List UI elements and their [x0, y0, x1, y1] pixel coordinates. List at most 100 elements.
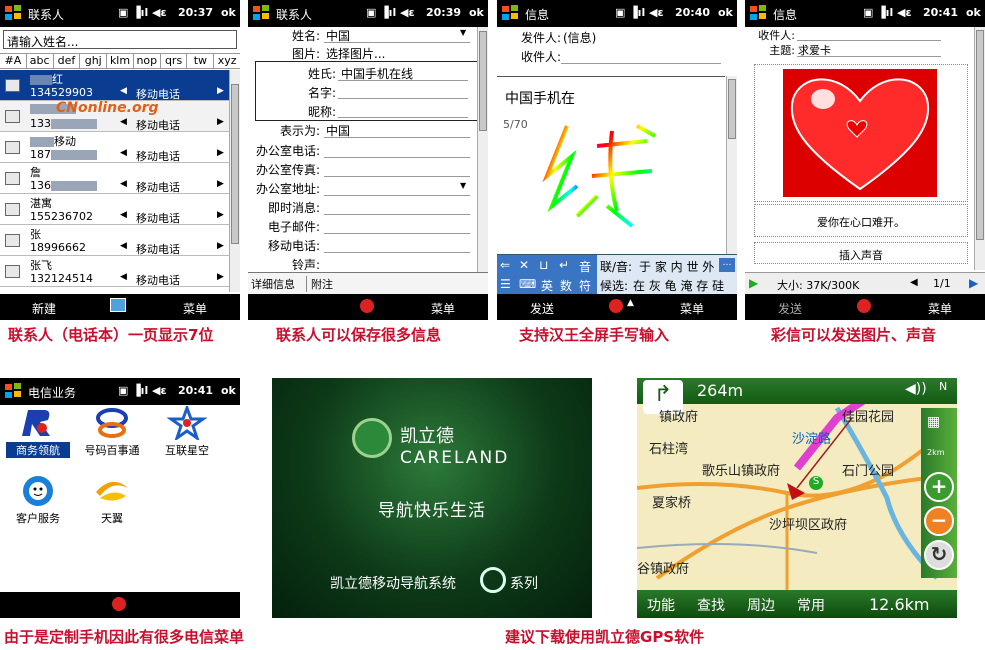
- menu-item-business-nav[interactable]: 商务领航: [6, 442, 70, 458]
- prev-arrow-icon[interactable]: ◀: [120, 117, 127, 127]
- key-keyboard-icon[interactable]: ⌨: [519, 277, 536, 291]
- scroll-thumb[interactable]: [728, 79, 736, 139]
- menu-function[interactable]: 功能: [647, 595, 675, 615]
- prev-page-icon[interactable]: ◀: [910, 277, 918, 288]
- key-list-icon[interactable]: ☰: [500, 277, 511, 291]
- key-sound[interactable]: 音: [579, 258, 591, 275]
- ok-button[interactable]: ok: [221, 6, 236, 19]
- prev-arrow-icon[interactable]: ◀: [120, 148, 127, 158]
- handwriting-area[interactable]: [537, 116, 677, 236]
- windows-start-icon[interactable]: [252, 4, 270, 22]
- rotate-button[interactable]: ↻: [924, 540, 954, 570]
- zoom-out-button[interactable]: −: [924, 506, 954, 536]
- layer-icon[interactable]: ▦: [927, 414, 940, 430]
- next-page-icon[interactable]: ▶: [969, 276, 978, 290]
- number-service-icon[interactable]: [92, 406, 132, 440]
- picture-field[interactable]: 选择图片...: [326, 45, 385, 62]
- alpha-tab[interactable]: klm: [107, 54, 134, 68]
- list-item[interactable]: 红 134529903 ◀ 移动电话 ▶: [0, 70, 229, 101]
- next-arrow-icon[interactable]: ▶: [217, 86, 224, 96]
- key-english[interactable]: 英: [541, 277, 553, 294]
- zoom-in-button[interactable]: +: [924, 472, 954, 502]
- alpha-tab[interactable]: xyz: [214, 54, 240, 68]
- list-item[interactable]: 湛寓 155236702 ◀ 移动电话 ▶: [0, 194, 229, 225]
- menu-item-customer-service[interactable]: 客户服务: [0, 510, 78, 526]
- alpha-tab[interactable]: def: [54, 54, 81, 68]
- alpha-tab[interactable]: #A: [0, 54, 27, 68]
- ok-button[interactable]: ok: [718, 6, 733, 19]
- menu-button[interactable]: 菜单: [183, 300, 207, 317]
- prev-arrow-icon[interactable]: ◀: [120, 210, 127, 220]
- business-nav-icon[interactable]: [18, 406, 58, 440]
- list-item[interactable]: 詹 136 ◀ 移动电话 ▶: [0, 163, 229, 194]
- chevron-up-icon[interactable]: ▲: [627, 298, 634, 308]
- ok-button[interactable]: ok: [221, 384, 236, 397]
- key-close-icon[interactable]: ✕: [519, 258, 529, 272]
- candidate-row[interactable]: 在 灰 龟 淹 存 硅: [633, 277, 724, 294]
- prev-arrow-icon[interactable]: ◀: [120, 241, 127, 251]
- scroll-thumb[interactable]: [479, 31, 487, 131]
- key-number[interactable]: 数: [560, 277, 572, 294]
- candidate-row[interactable]: 于 家 内 世 外: [639, 258, 714, 275]
- send-button[interactable]: 发送: [778, 300, 802, 317]
- alpha-tab[interactable]: qrs: [161, 54, 188, 68]
- windows-start-icon[interactable]: [749, 4, 767, 22]
- scrollbar[interactable]: [726, 76, 737, 254]
- windows-start-icon[interactable]: [4, 4, 22, 22]
- menu-nearby[interactable]: 周边: [747, 595, 775, 615]
- handwriting-icon[interactable]: [360, 299, 374, 313]
- image-frame[interactable]: [754, 64, 968, 202]
- message-body[interactable]: 中国手机在: [505, 88, 575, 108]
- windows-start-icon[interactable]: [4, 382, 22, 400]
- list-item[interactable]: 张飞 132124514 ◀ 移动电话 ▶: [0, 256, 229, 287]
- menu-button[interactable]: 菜单: [928, 300, 952, 317]
- alpha-tab[interactable]: abc: [27, 54, 54, 68]
- alpha-tab[interactable]: nop: [134, 54, 161, 68]
- tianyi-icon[interactable]: [92, 474, 132, 508]
- handwriting-icon[interactable]: [857, 299, 871, 313]
- next-arrow-icon[interactable]: ▶: [217, 117, 224, 127]
- scroll-thumb[interactable]: [976, 30, 984, 240]
- scrollbar[interactable]: [974, 27, 985, 270]
- star-icon[interactable]: [166, 403, 208, 442]
- menu-favorites[interactable]: 常用: [797, 595, 825, 615]
- menu-button[interactable]: 菜单: [680, 300, 704, 317]
- prev-arrow-icon[interactable]: ◀: [120, 272, 127, 282]
- dropdown-icon[interactable]: ▼: [460, 28, 466, 37]
- key-symbol[interactable]: 符: [579, 277, 591, 294]
- scrollbar[interactable]: [477, 27, 488, 272]
- next-arrow-icon[interactable]: ▶: [217, 241, 224, 251]
- text-frame[interactable]: 爱你在心口难开。: [754, 204, 968, 237]
- menu-item-number-service[interactable]: 号码百事通: [72, 442, 152, 458]
- key-enter-icon[interactable]: ↵: [559, 258, 569, 272]
- key-space-icon[interactable]: ⊔: [539, 258, 548, 272]
- sound-frame[interactable]: 插入声音: [754, 242, 968, 264]
- tab-notes[interactable]: 附注: [306, 276, 333, 292]
- next-arrow-icon[interactable]: ▶: [217, 148, 224, 158]
- next-arrow-icon[interactable]: ▶: [217, 179, 224, 189]
- customer-service-icon[interactable]: [18, 474, 58, 508]
- list-item[interactable]: 移动 187 ◀ 移动电话 ▶: [0, 132, 229, 163]
- new-button[interactable]: 新建: [32, 300, 56, 317]
- list-item[interactable]: 张 18996662 ◀ 移动电话 ▶: [0, 225, 229, 256]
- menu-item-star[interactable]: 互联星空: [147, 442, 227, 458]
- play-icon[interactable]: ▶: [749, 276, 758, 290]
- send-button[interactable]: 发送: [530, 300, 554, 317]
- scrollbar[interactable]: [229, 70, 240, 292]
- next-arrow-icon[interactable]: ▶: [217, 272, 224, 282]
- handwriting-icon[interactable]: [609, 299, 623, 313]
- alpha-tab[interactable]: ghj: [80, 54, 108, 68]
- windows-start-icon[interactable]: [501, 4, 519, 22]
- ok-button[interactable]: ok: [469, 6, 484, 19]
- alpha-tab[interactable]: tw: [187, 54, 215, 68]
- compass-icon[interactable]: N: [939, 380, 947, 393]
- menu-search[interactable]: 查找: [697, 595, 725, 615]
- menu-button[interactable]: 菜单: [431, 300, 455, 317]
- prev-arrow-icon[interactable]: ◀: [120, 86, 127, 96]
- tab-details[interactable]: 详细信息: [251, 276, 295, 292]
- menu-item-tianyi[interactable]: 天翼: [72, 510, 152, 526]
- next-arrow-icon[interactable]: ▶: [217, 210, 224, 220]
- more-candidates-icon[interactable]: …: [719, 258, 735, 272]
- keyboard-icon[interactable]: [110, 298, 126, 312]
- ok-button[interactable]: ok: [966, 6, 981, 19]
